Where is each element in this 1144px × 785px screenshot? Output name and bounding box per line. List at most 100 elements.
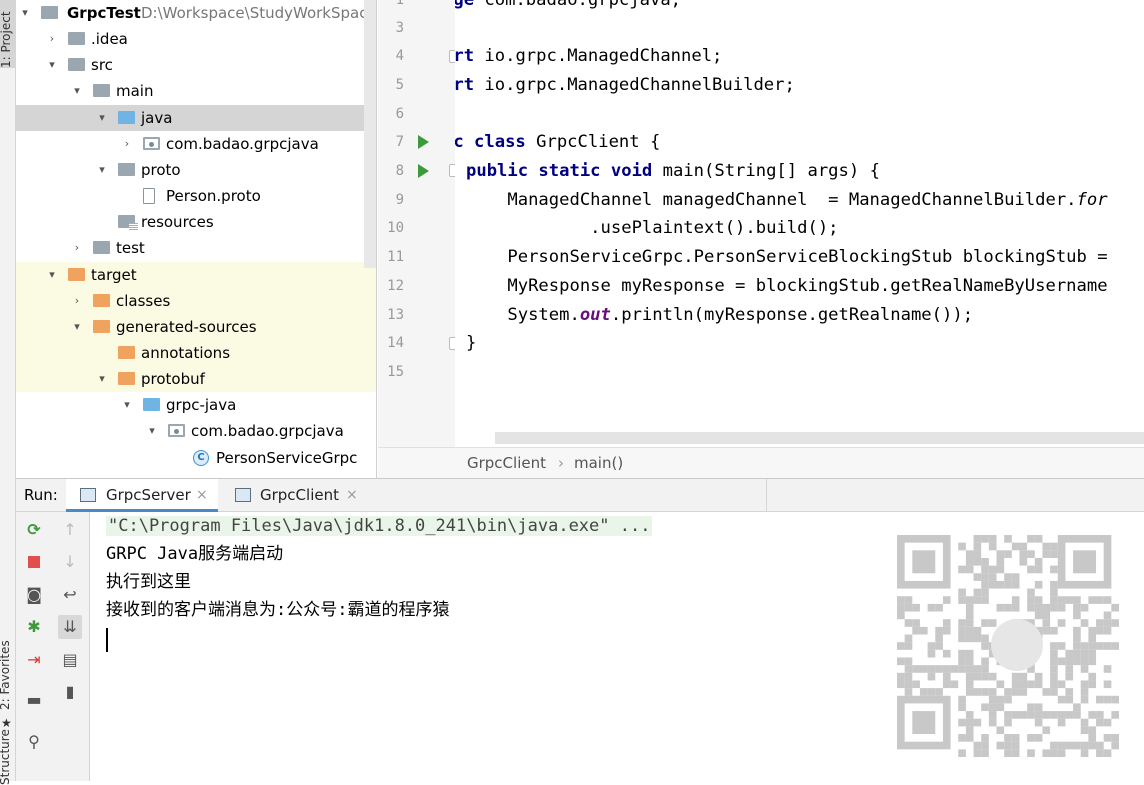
line-number: 12	[387, 278, 404, 294]
chevron-down-icon[interactable]: ▾	[95, 105, 109, 131]
code-line: .usePlaintext().build();	[466, 214, 839, 243]
folder-icon	[118, 162, 135, 176]
layout-icon[interactable]: ▬	[22, 688, 46, 712]
code-line: MyResponse myResponse = blockingStub.get…	[466, 272, 1108, 301]
run-class-icon[interactable]	[418, 135, 429, 149]
chevron-down-icon[interactable]: ▾	[70, 314, 84, 340]
text-cursor	[106, 628, 108, 652]
stop-icon[interactable]	[22, 550, 46, 574]
code-editor[interactable]: age com.badao.grpcjava; ort io.grpc.Manag…	[455, 0, 1144, 447]
line-number: 4	[395, 48, 404, 64]
tab-grpcserver[interactable]: GrpcServer ×	[66, 479, 218, 512]
code-token: System.	[466, 305, 580, 325]
line-number: 6	[395, 106, 404, 122]
tree-item-label: java	[141, 108, 173, 127]
soft-wrap-icon[interactable]: ↩	[58, 583, 82, 607]
line-number: 15	[387, 364, 404, 380]
chevron-right-icon[interactable]: ›	[45, 26, 59, 52]
tree-scrollbar[interactable]	[364, 0, 376, 268]
console-line: 执行到这里	[106, 572, 191, 592]
tree-item[interactable]: ▾ target	[16, 261, 376, 288]
code-token: MyResponse myResponse = blockingStub.get…	[466, 276, 1108, 296]
line-number: 5	[395, 77, 404, 93]
line-number: 13	[387, 307, 404, 323]
chevron-down-icon[interactable]: ▾	[70, 78, 84, 104]
line-number: 3	[395, 20, 404, 36]
rerun-icon[interactable]: ⟳	[22, 518, 46, 542]
tree-item[interactable]: ▾ main	[16, 78, 376, 104]
tree-item[interactable]: resources	[16, 209, 376, 235]
run-config-icon	[235, 488, 251, 502]
up-arrow-icon[interactable]: ↑	[58, 518, 82, 542]
project-tree[interactable]: ▾ GrpcTest D:\Workspace\StudyWorkSpace\ › .i…	[16, 0, 377, 478]
tree-item[interactable]: ▾ proto	[16, 157, 376, 183]
tree-item[interactable]: › com.badao.grpcjava	[16, 131, 376, 157]
code-token: PersonServiceGrpc.PersonServiceBlockingS…	[466, 247, 1118, 267]
line-number: 11	[387, 249, 404, 265]
code-token: for	[1076, 190, 1108, 210]
restore-layout-icon[interactable]: ⇥	[22, 648, 46, 672]
tab-grpcclient[interactable]: GrpcClient ×	[221, 479, 391, 512]
console-line: 接收到的客户端消息为:公众号:霸道的程序猿	[106, 600, 450, 620]
code-line: System.out.println(myResponse.getRealnam…	[466, 301, 973, 330]
tree-item[interactable]: ▾ com.badao.grpcjava	[16, 418, 376, 444]
chevron-right-icon[interactable]: ›	[120, 131, 134, 157]
down-arrow-icon[interactable]: ↓	[58, 550, 82, 574]
tree-item[interactable]: ▾ java	[16, 104, 376, 131]
tree-item-label: src	[91, 56, 113, 75]
chevron-down-icon[interactable]: ▾	[145, 418, 159, 444]
close-icon[interactable]: ×	[346, 479, 358, 512]
tree-item-label: test	[116, 239, 145, 258]
code-token: io.grpc.ManagedChannel;	[484, 46, 723, 66]
code-token: out	[579, 305, 611, 325]
code-line: ManagedChannel managedChannel = ManagedC…	[466, 186, 1108, 215]
run-main-icon[interactable]	[418, 164, 429, 178]
favorites-tool-tab[interactable]: 2: Favorites	[0, 640, 12, 710]
code-token: main(String[] args) {	[662, 161, 880, 181]
folder-icon	[68, 58, 85, 72]
chevron-right-icon[interactable]: ›	[70, 235, 84, 261]
code-token: .usePlaintext().build();	[466, 218, 839, 238]
chevron-down-icon[interactable]: ▾	[95, 366, 109, 392]
code-token: age	[455, 0, 475, 10]
code-token: }	[466, 333, 477, 353]
breadcrumb-class[interactable]: GrpcClient	[467, 448, 546, 479]
camera-icon[interactable]: ◙	[22, 583, 46, 607]
tree-item[interactable]: ▾ generated-sources	[16, 313, 376, 340]
chevron-down-icon[interactable]: ▾	[120, 392, 134, 418]
tree-item[interactable]: › classes	[16, 287, 376, 314]
trash-icon[interactable]: ▮	[58, 680, 82, 704]
tree-item[interactable]: ▾ GrpcTest D:\Workspace\StudyWorkSpace\	[16, 0, 376, 26]
pin-icon[interactable]: ⚲	[22, 730, 46, 754]
chevron-down-icon[interactable]: ▾	[95, 157, 109, 183]
run-label: Run:	[24, 486, 58, 504]
tree-item[interactable]: Person.proto	[16, 183, 376, 209]
editor-horizontal-scrollbar[interactable]	[495, 432, 1144, 444]
package-icon	[143, 136, 160, 150]
tree-item-label: annotations	[141, 343, 231, 362]
tree-item[interactable]: ▾ grpc-java	[16, 392, 376, 418]
chevron-down-icon[interactable]: ▾	[45, 52, 59, 78]
debug-icon[interactable]: ✱	[22, 615, 46, 639]
code-token: com.badao.grpcjava;	[484, 0, 682, 10]
resources-folder-icon	[118, 215, 138, 231]
chevron-down-icon[interactable]: ▾	[45, 262, 59, 288]
tree-item-label: target	[91, 265, 137, 284]
tree-item[interactable]: C PersonServiceGrpc	[16, 445, 376, 471]
close-icon[interactable]: ×	[196, 479, 208, 512]
generated-source-folder-icon	[143, 398, 160, 412]
chevron-right-icon[interactable]: ›	[70, 288, 84, 314]
tree-item[interactable]: › .idea	[16, 26, 376, 52]
project-tool-tab[interactable]: 1: Project	[0, 0, 17, 68]
code-line: age com.badao.grpcjava;	[455, 0, 681, 15]
tree-item-label: resources	[141, 213, 214, 232]
tree-item[interactable]: › test	[16, 235, 376, 261]
print-icon[interactable]: ▤	[58, 648, 82, 672]
tree-item[interactable]: ▾ src	[16, 52, 376, 78]
tree-item[interactable]: annotations	[16, 339, 376, 366]
scroll-to-end-icon[interactable]: ⇊	[58, 615, 82, 639]
breadcrumb-method[interactable]: main()	[574, 448, 623, 479]
tree-item[interactable]: ▾ protobuf	[16, 366, 376, 393]
run-panel-header: Run: GrpcServer × GrpcClient ×	[16, 478, 1144, 512]
chevron-down-icon[interactable]: ▾	[18, 0, 32, 26]
